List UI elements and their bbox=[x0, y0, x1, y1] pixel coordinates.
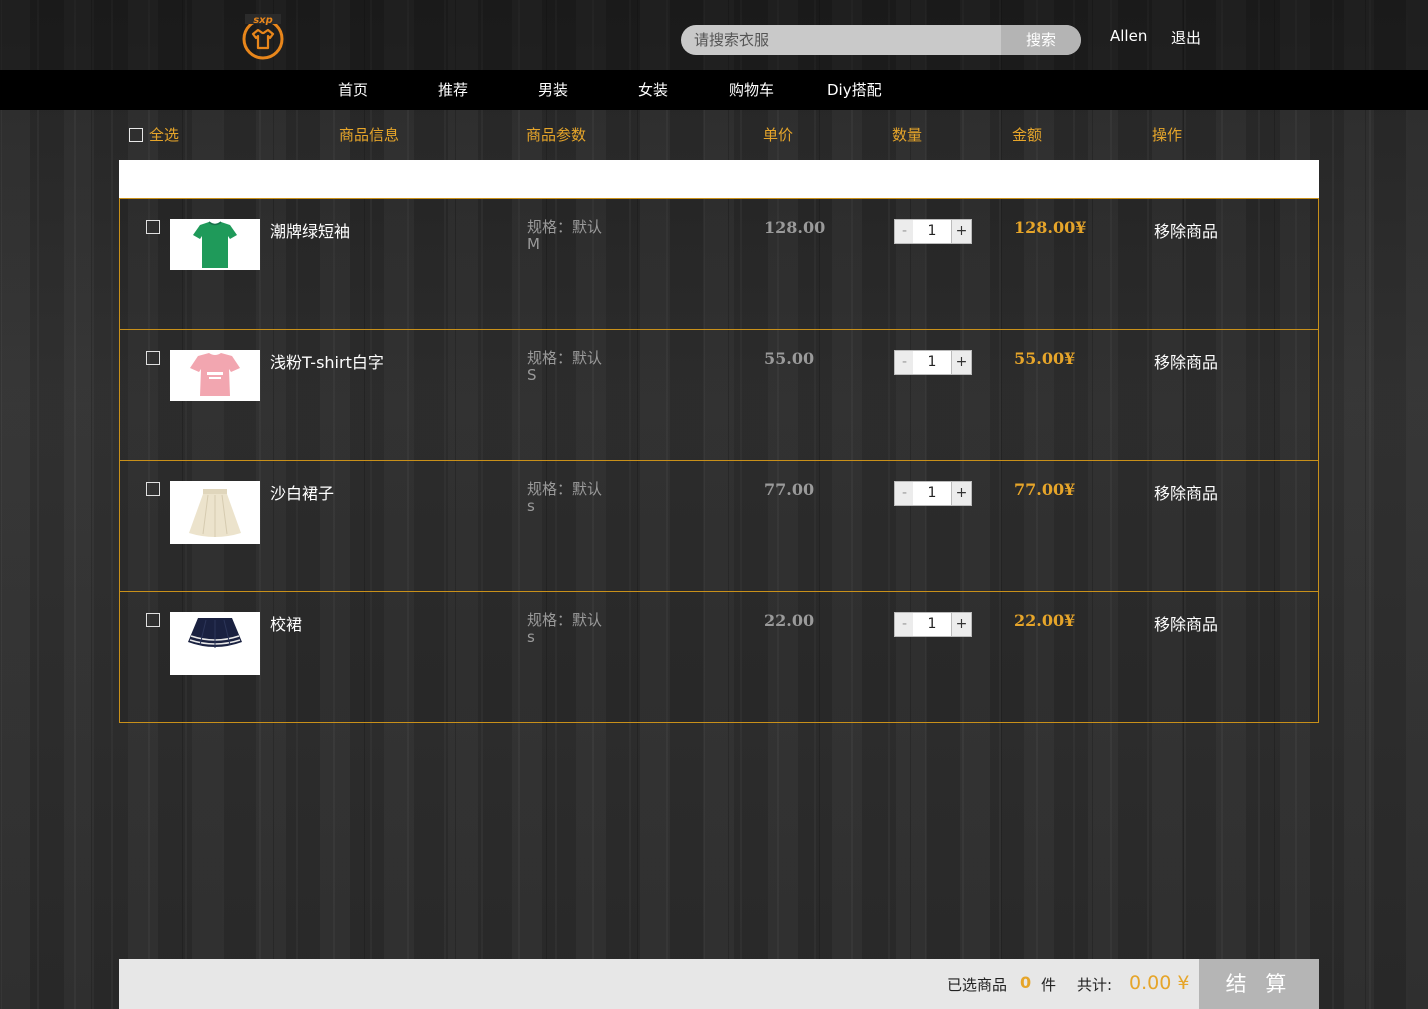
spec-label: 规格：默认 bbox=[527, 349, 603, 367]
qty-decrease-button[interactable]: - bbox=[894, 481, 915, 506]
spec-size: M bbox=[527, 235, 540, 253]
item-checkbox[interactable] bbox=[146, 220, 160, 234]
product-image-white-skirt[interactable] bbox=[170, 481, 260, 544]
column-header-product-params: 商品参数 bbox=[526, 126, 587, 144]
search-button[interactable]: 搜索 bbox=[1001, 25, 1081, 55]
total-value: 0.00 ¥ bbox=[1129, 972, 1190, 994]
remove-item-button[interactable]: 移除商品 bbox=[1154, 611, 1218, 635]
total-label: 共计: bbox=[1077, 976, 1113, 994]
item-checkbox[interactable] bbox=[146, 613, 160, 627]
product-image-pink-tshirt[interactable] bbox=[170, 350, 260, 401]
qty-input[interactable] bbox=[913, 350, 951, 375]
product-image-green-tshirt[interactable] bbox=[170, 219, 260, 270]
spec-size: s bbox=[527, 628, 535, 646]
site-logo[interactable]: sxp bbox=[237, 14, 289, 60]
quantity-stepper: - + bbox=[894, 612, 972, 637]
line-amount: 55.00¥ bbox=[1014, 349, 1076, 368]
cart-row: 潮牌绿短袖 规格：默认 M 128.00 - + 128.00¥ 移除商品 bbox=[119, 198, 1319, 330]
spec-label: 规格：默认 bbox=[527, 480, 603, 498]
item-checkbox[interactable] bbox=[146, 482, 160, 496]
selected-items-count: 0 bbox=[1020, 973, 1032, 992]
logout-link[interactable]: 退出 bbox=[1171, 27, 1201, 48]
product-spec: 规格：默认 M bbox=[527, 219, 602, 253]
line-amount: 22.00¥ bbox=[1014, 611, 1076, 630]
qty-decrease-button[interactable]: - bbox=[894, 350, 915, 375]
quantity-stepper: - + bbox=[894, 219, 972, 244]
nav-item-cart[interactable]: 购物车 bbox=[729, 70, 774, 110]
unit-price: 77.00 bbox=[764, 480, 815, 499]
cart-list: 潮牌绿短袖 规格：默认 M 128.00 - + 128.00¥ 移除商品 浅粉… bbox=[119, 198, 1319, 723]
product-image-navy-pleated-skirt[interactable] bbox=[170, 612, 260, 675]
top-bar: sxp 搜索 Allen 退出 bbox=[0, 0, 1428, 70]
remove-item-button[interactable]: 移除商品 bbox=[1154, 349, 1218, 373]
item-checkbox[interactable] bbox=[146, 351, 160, 365]
search-box: 搜索 bbox=[681, 25, 1081, 55]
spec-size: S bbox=[527, 366, 537, 384]
product-name[interactable]: 浅粉T-shirt白字 bbox=[270, 349, 384, 373]
qty-decrease-button[interactable]: - bbox=[894, 612, 915, 637]
spec-label: 规格：默认 bbox=[527, 218, 603, 236]
cart-table-top-bar bbox=[119, 160, 1319, 199]
select-all-label[interactable]: 全选 bbox=[149, 124, 179, 146]
unit-price: 22.00 bbox=[764, 611, 815, 630]
checkout-button[interactable]: 结 算 bbox=[1199, 959, 1319, 1009]
column-header-action: 操作 bbox=[1152, 126, 1183, 144]
nav-item-recommend[interactable]: 推荐 bbox=[438, 70, 468, 110]
line-amount: 77.00¥ bbox=[1014, 480, 1076, 499]
spec-label: 规格：默认 bbox=[527, 611, 603, 629]
column-header-product-info: 商品信息 bbox=[339, 126, 400, 144]
product-spec: 规格：默认 s bbox=[527, 612, 602, 646]
nav-item-diy[interactable]: Diy搭配 bbox=[827, 70, 882, 110]
quantity-stepper: - + bbox=[894, 481, 972, 506]
logo-wordmark: sxp bbox=[253, 15, 273, 26]
main-nav: 首页 推荐 男装 女装 购物车 Diy搭配 bbox=[0, 70, 1428, 110]
product-name[interactable]: 潮牌绿短袖 bbox=[270, 218, 350, 242]
select-all-checkbox[interactable] bbox=[129, 128, 143, 142]
qty-increase-button[interactable]: + bbox=[951, 612, 972, 637]
nav-item-women[interactable]: 女装 bbox=[638, 70, 668, 110]
qty-input[interactable] bbox=[913, 481, 951, 506]
qty-increase-button[interactable]: + bbox=[951, 350, 972, 375]
user-name-link[interactable]: Allen bbox=[1110, 27, 1147, 45]
unit-price: 128.00 bbox=[764, 218, 826, 237]
cart-row: 校裙 规格：默认 s 22.00 - + 22.00¥ 移除商品 bbox=[119, 592, 1319, 723]
product-spec: 规格：默认 S bbox=[527, 350, 602, 384]
line-amount: 128.00¥ bbox=[1014, 218, 1087, 237]
qty-increase-button[interactable]: + bbox=[951, 219, 972, 244]
product-name[interactable]: 沙白裙子 bbox=[270, 480, 334, 504]
qty-input[interactable] bbox=[913, 219, 951, 244]
spec-size: s bbox=[527, 497, 535, 515]
product-spec: 规格：默认 s bbox=[527, 481, 602, 515]
cart-row: 浅粉T-shirt白字 规格：默认 S 55.00 - + 55.00¥ 移除商… bbox=[119, 330, 1319, 461]
remove-item-button[interactable]: 移除商品 bbox=[1154, 218, 1218, 242]
qty-increase-button[interactable]: + bbox=[951, 481, 972, 506]
nav-item-home[interactable]: 首页 bbox=[338, 70, 368, 110]
quantity-stepper: - + bbox=[894, 350, 972, 375]
product-name[interactable]: 校裙 bbox=[270, 611, 302, 635]
unit-price: 55.00 bbox=[764, 349, 815, 368]
column-header-unit-price: 单价 bbox=[763, 126, 794, 144]
cart-summary-bar: 已选商品 0 件 共计: 0.00 ¥ 结 算 bbox=[119, 959, 1319, 1009]
cart-row: 沙白裙子 规格：默认 s 77.00 - + 77.00¥ 移除商品 bbox=[119, 461, 1319, 592]
selected-items-unit: 件 bbox=[1041, 976, 1057, 994]
search-input[interactable] bbox=[681, 25, 1001, 55]
remove-item-button[interactable]: 移除商品 bbox=[1154, 480, 1218, 504]
qty-input[interactable] bbox=[913, 612, 951, 637]
nav-item-men[interactable]: 男装 bbox=[538, 70, 568, 110]
column-header-quantity: 数量 bbox=[892, 126, 923, 144]
selected-items-label: 已选商品 bbox=[947, 976, 1008, 994]
column-header-amount: 金额 bbox=[1012, 126, 1043, 144]
qty-decrease-button[interactable]: - bbox=[894, 219, 915, 244]
